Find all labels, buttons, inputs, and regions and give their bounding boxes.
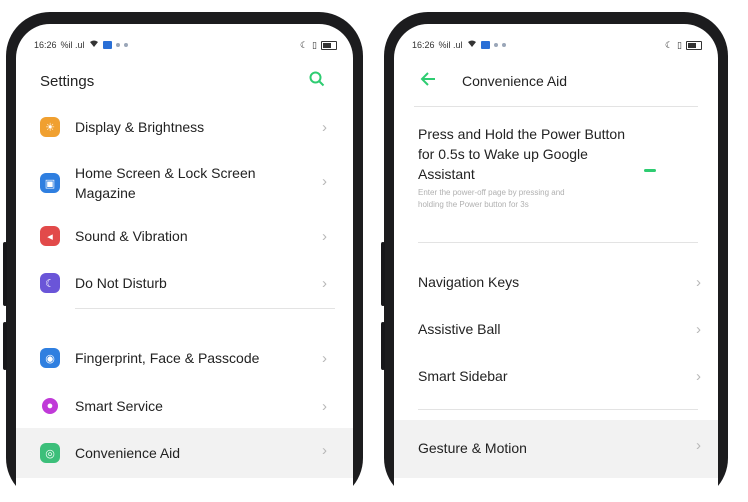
convenience-item-navigation-keys[interactable]: Navigation Keys ›: [394, 270, 718, 294]
side-button: [3, 322, 7, 370]
settings-item-label: Sound & Vibration: [75, 228, 188, 244]
settings-item-sound[interactable]: ◂ Sound & Vibration ›: [16, 224, 353, 248]
notification-dot-icon: [501, 43, 506, 47]
section-divider: [418, 409, 698, 410]
wifi-icon: [89, 40, 99, 50]
option-title-line2: for 0.5s to Wake up Google: [418, 146, 588, 162]
chevron-right-icon: ›: [696, 437, 701, 454]
section-divider: [418, 242, 698, 243]
settings-item-convenience-aid[interactable]: ◎ Convenience Aid ›: [16, 428, 353, 478]
settings-item-display[interactable]: ☀ Display & Brightness ›: [16, 115, 353, 139]
option-description-line2: holding the Power button for 3s: [418, 200, 529, 209]
chevron-right-icon: ›: [696, 320, 701, 338]
signal-icon: %il .ul: [60, 40, 85, 50]
signal-icon: %il .ul: [438, 40, 463, 50]
settings-item-fingerprint[interactable]: ◉ Fingerprint, Face & Passcode ›: [16, 346, 353, 370]
left-phone-frame: 16:26 %il .ul ☾ ▯ Settings ☀ Display & B…: [3, 12, 363, 502]
notification-dot-icon: [123, 43, 128, 47]
notification-icon: [102, 41, 112, 49]
side-button: [381, 242, 385, 306]
settings-item-label: Convenience Aid: [75, 445, 181, 461]
toggle-switch-indicator: [644, 169, 656, 172]
header-divider: [414, 106, 698, 107]
moon-status-icon: ☾: [299, 39, 309, 50]
chevron-right-icon: ›: [322, 349, 327, 367]
moon-status-icon: ☾: [664, 39, 674, 50]
display-icon: ☀: [40, 117, 60, 137]
convenience-aid-icon: ◎: [40, 443, 60, 463]
option-title-line1: Press and Hold the Power Button: [418, 126, 626, 142]
settings-item-label: Home Screen & Lock Screen: [75, 165, 256, 181]
settings-item-do-not-disturb[interactable]: ☾ Do Not Disturb ›: [16, 271, 353, 295]
notification-dot-icon: [493, 43, 498, 47]
settings-item-label-line2: Magazine: [75, 185, 136, 201]
status-time: 16:26: [34, 40, 57, 50]
fingerprint-icon: ◉: [40, 348, 60, 368]
option-title-line3: Assistant: [418, 166, 475, 182]
convenience-item-smart-sidebar[interactable]: Smart Sidebar ›: [394, 364, 718, 388]
smart-service-icon: ●: [42, 398, 58, 414]
power-button-assistant-option[interactable]: Press and Hold the Power Button for 0.5s…: [394, 124, 718, 224]
notification-dot-icon: [115, 43, 120, 47]
chevron-right-icon: ›: [322, 173, 327, 190]
home-screen-icon: ▣: [40, 173, 60, 193]
battery-icon: [686, 40, 702, 50]
side-button: [381, 322, 385, 370]
chevron-right-icon: ›: [696, 273, 701, 291]
settings-header: Settings: [16, 68, 353, 94]
convenience-aid-header: Convenience Aid: [394, 68, 718, 94]
chevron-right-icon: ›: [322, 274, 327, 292]
chevron-right-icon: ›: [322, 397, 327, 415]
status-time: 16:26: [412, 40, 435, 50]
notification-icon: [480, 41, 490, 49]
battery-icon: [321, 40, 337, 50]
section-divider: [75, 308, 335, 309]
page-title: Settings: [40, 72, 95, 90]
settings-item-home-screen[interactable]: ▣ Home Screen & Lock Screen Magazine ›: [16, 162, 353, 204]
settings-item-label: Do Not Disturb: [75, 275, 167, 291]
settings-item-label: Smart Service: [75, 398, 163, 414]
status-bar: 16:26 %il .ul ☾ ▯: [34, 37, 337, 53]
convenience-item-label: Gesture & Motion: [418, 440, 527, 456]
right-phone-frame: 16:26 %il .ul ☾ ▯ Convenience Aid Press …: [381, 12, 728, 502]
settings-item-label: Fingerprint, Face & Passcode: [75, 350, 260, 366]
chevron-right-icon: ›: [322, 227, 327, 245]
convenience-item-assistive-ball[interactable]: Assistive Ball ›: [394, 317, 718, 341]
convenience-item-gesture-motion[interactable]: Gesture & Motion ›: [394, 420, 718, 478]
toggle-switch[interactable]: [644, 162, 680, 180]
vibrate-icon: ▯: [677, 39, 682, 50]
convenience-item-label: Navigation Keys: [418, 274, 520, 290]
convenience-item-label: Smart Sidebar: [418, 368, 508, 384]
right-screen: 16:26 %il .ul ☾ ▯ Convenience Aid Press …: [394, 24, 718, 502]
moon-icon: ☾: [40, 273, 60, 293]
settings-item-smart-service[interactable]: ● Smart Service ›: [16, 394, 353, 418]
search-icon[interactable]: [309, 71, 325, 92]
back-arrow-icon[interactable]: [420, 72, 436, 91]
page-title: Convenience Aid: [462, 73, 568, 89]
vibrate-icon: ▯: [312, 39, 317, 50]
chevron-right-icon: ›: [322, 442, 327, 459]
option-description-line1: Enter the power-off page by pressing and: [418, 188, 565, 197]
settings-item-label: Display & Brightness: [75, 119, 205, 135]
left-screen: 16:26 %il .ul ☾ ▯ Settings ☀ Display & B…: [16, 24, 353, 502]
convenience-item-label: Assistive Ball: [418, 321, 501, 337]
chevron-right-icon: ›: [696, 367, 701, 385]
chevron-right-icon: ›: [322, 118, 327, 136]
side-button: [3, 242, 7, 306]
wifi-icon: [467, 40, 477, 50]
status-bar: 16:26 %il .ul ☾ ▯: [412, 37, 702, 53]
sound-icon: ◂: [40, 226, 60, 246]
